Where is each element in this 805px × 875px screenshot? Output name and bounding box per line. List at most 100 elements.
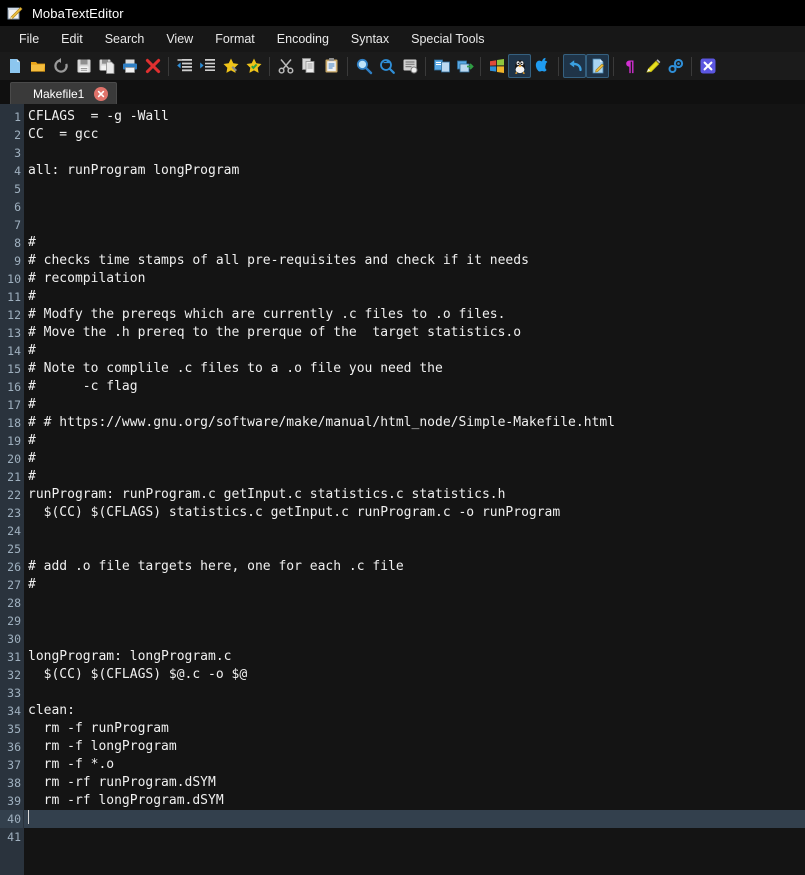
toolbar-bookmark-toggle-icon[interactable] [219, 54, 242, 78]
code-line[interactable]: # [24, 450, 805, 468]
window-title: MobaTextEditor [32, 5, 124, 21]
line-number: 16 [7, 380, 21, 394]
code-line[interactable]: CFLAGS = -g -Wall [24, 108, 805, 126]
toolbar-send-to-icon[interactable] [453, 54, 476, 78]
menu-special-tools[interactable]: Special Tools [400, 29, 495, 49]
code-line[interactable]: # [24, 432, 805, 450]
code-line[interactable] [24, 828, 805, 846]
toolbar-find-replace-icon[interactable] [375, 54, 398, 78]
tab-makefile1[interactable]: Makefile1 [10, 82, 118, 104]
editor-area[interactable]: 1 2 3 4 5 6 7 8 9 10 11 12 13 14 15 16 17 18 19 20 21 22 23 24 2… [0, 104, 805, 875]
code-line[interactable] [24, 144, 805, 162]
menu-search[interactable]: Search [94, 29, 156, 49]
toolbar-unindent-icon[interactable] [173, 54, 196, 78]
code-line[interactable]: rm -f *.o [24, 756, 805, 774]
code-line[interactable]: # [24, 342, 805, 360]
line-number: 29 [7, 614, 21, 628]
compare-files-icon [433, 57, 451, 75]
code-line[interactable] [24, 522, 805, 540]
menu-format[interactable]: Format [204, 29, 266, 49]
toolbar-reload-icon[interactable] [49, 54, 72, 78]
code-line[interactable]: $(CC) $(CFLAGS) $@.c -o $@ [24, 666, 805, 684]
toolbar-apple-format-icon[interactable] [531, 54, 554, 78]
line-number: 3 [14, 146, 21, 160]
line-number: 1 [14, 110, 21, 124]
toolbar-highlighter-icon[interactable] [641, 54, 664, 78]
line-number: 13 [7, 326, 21, 340]
code-line[interactable]: $(CC) $(CFLAGS) statistics.c getInput.c … [24, 504, 805, 522]
toolbar-save-icon[interactable] [72, 54, 95, 78]
code-line[interactable] [24, 810, 805, 828]
print-icon [121, 57, 139, 75]
toolbar-linux-format-icon[interactable] [508, 54, 531, 78]
toolbar-open-folder-icon[interactable] [26, 54, 49, 78]
code-text-area[interactable]: CFLAGS = -g -Wall CC = gcc all: runProgram… [24, 104, 805, 875]
code-line[interactable]: # add .o file targets here, one for each… [24, 558, 805, 576]
line-number: 37 [7, 758, 21, 772]
code-line[interactable] [24, 630, 805, 648]
menu-encoding[interactable]: Encoding [266, 29, 340, 49]
toolbar-compare-files-icon[interactable] [430, 54, 453, 78]
code-line[interactable]: rm -f runProgram [24, 720, 805, 738]
code-line[interactable]: # # https://www.gnu.org/software/make/ma… [24, 414, 805, 432]
code-line[interactable]: runProgram: runProgram.c getInput.c stat… [24, 486, 805, 504]
apple-format-icon [534, 57, 552, 75]
toolbar-cut-icon[interactable] [274, 54, 297, 78]
toolbar-settings-gear-icon[interactable] [664, 54, 687, 78]
toolbar-find-icon[interactable] [352, 54, 375, 78]
menu-file[interactable]: File [8, 29, 50, 49]
pilcrow-icon: ¶ [621, 57, 639, 76]
toolbar-copy-icon[interactable] [297, 54, 320, 78]
toolbar-save-as-icon[interactable] [95, 54, 118, 78]
code-line[interactable]: rm -rf longProgram.dSYM [24, 792, 805, 810]
toolbar-undo-icon[interactable] [563, 54, 586, 78]
code-line[interactable]: # Move the .h prereq to the prerque of t… [24, 324, 805, 342]
code-line[interactable]: rm -rf runProgram.dSYM [24, 774, 805, 792]
code-line[interactable]: # [24, 234, 805, 252]
toolbar: ¶ [0, 52, 805, 81]
toolbar-close-file-icon[interactable] [141, 54, 164, 78]
toolbar-paste-icon[interactable] [320, 54, 343, 78]
menu-edit[interactable]: Edit [50, 29, 94, 49]
code-line[interactable]: # [24, 288, 805, 306]
code-line[interactable]: # recompilation [24, 270, 805, 288]
menu-view[interactable]: View [155, 29, 204, 49]
line-number: 12 [7, 308, 21, 322]
toolbar-new-file-icon[interactable] [3, 54, 26, 78]
line-number: 33 [7, 686, 21, 700]
code-line[interactable] [24, 684, 805, 702]
code-line[interactable]: # checks time stamps of all pre-requisit… [24, 252, 805, 270]
close-icon[interactable] [94, 86, 109, 101]
line-number: 26 [7, 560, 21, 574]
code-line[interactable] [24, 198, 805, 216]
toolbar-indent-icon[interactable] [196, 54, 219, 78]
toolbar-print-icon[interactable] [118, 54, 141, 78]
toolbar-windows-format-icon[interactable] [485, 54, 508, 78]
menu-syntax[interactable]: Syntax [340, 29, 400, 49]
code-line[interactable] [24, 540, 805, 558]
menu-bar: File Edit Search View Format Encoding Sy… [0, 26, 805, 52]
code-line[interactable]: # -c flag [24, 378, 805, 396]
code-line[interactable]: # [24, 468, 805, 486]
line-number: 22 [7, 488, 21, 502]
code-line[interactable] [24, 612, 805, 630]
code-line[interactable] [24, 594, 805, 612]
code-line[interactable]: clean: [24, 702, 805, 720]
toolbar-goto-line-icon[interactable] [398, 54, 421, 78]
code-line[interactable]: # Modfy the prereqs which are currently … [24, 306, 805, 324]
toolbar-separator [347, 56, 348, 76]
code-line[interactable] [24, 180, 805, 198]
line-number: 35 [7, 722, 21, 736]
code-line[interactable]: # [24, 576, 805, 594]
toolbar-redo-edit-icon[interactable] [586, 54, 609, 78]
code-line[interactable]: CC = gcc [24, 126, 805, 144]
code-line[interactable] [24, 216, 805, 234]
code-line[interactable]: all: runProgram longProgram [24, 162, 805, 180]
toolbar-pilcrow-icon[interactable]: ¶ [618, 54, 641, 78]
toolbar-exit-icon[interactable] [696, 54, 719, 78]
code-line[interactable]: # [24, 396, 805, 414]
code-line[interactable]: # Note to complile .c files to a .o file… [24, 360, 805, 378]
toolbar-bookmark-next-icon[interactable] [242, 54, 265, 78]
code-line[interactable]: rm -f longProgram [24, 738, 805, 756]
code-line[interactable]: longProgram: longProgram.c [24, 648, 805, 666]
